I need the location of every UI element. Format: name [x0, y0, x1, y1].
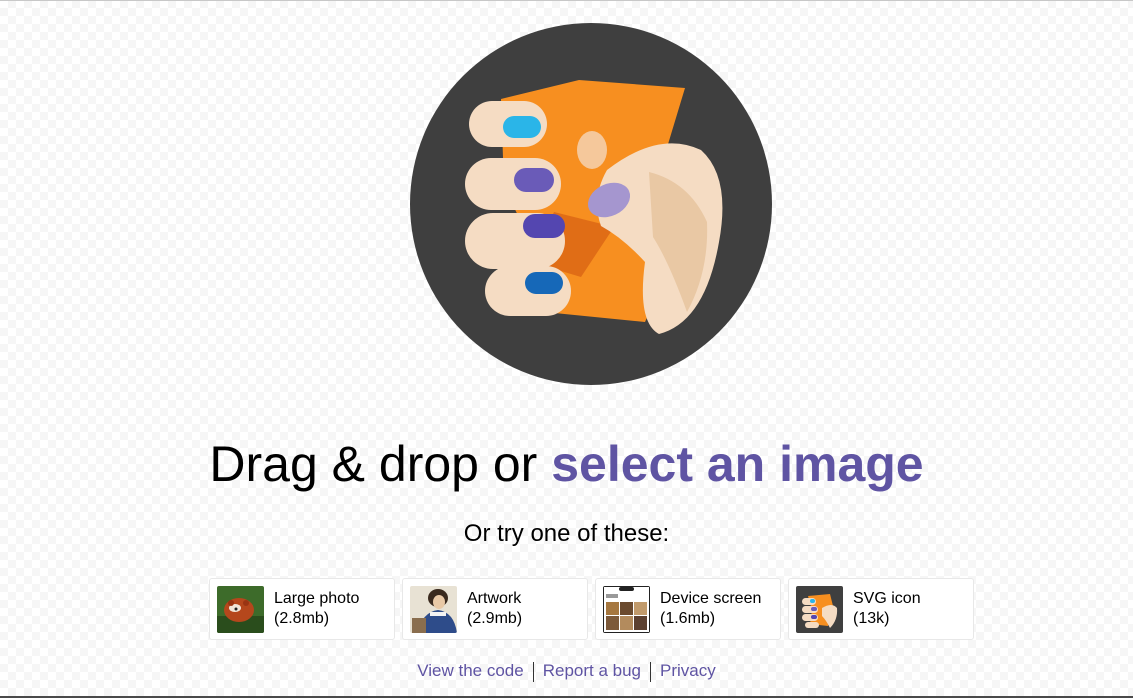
drop-zone-headline: Drag & drop or select an image [0, 432, 1133, 496]
demo-svg-icon-button[interactable]: SVG icon (13k) [788, 578, 974, 640]
demo-title: Artwork [467, 590, 522, 607]
demo-size: (13k) [853, 610, 890, 627]
select-image-link[interactable]: select an image [551, 436, 923, 492]
app-logo-hand-icon [409, 22, 773, 386]
demo-large-photo-button[interactable]: Large photo (2.8mb) [209, 578, 395, 640]
demo-list: Large photo (2.8mb) Artwork (2.9mb) Devi… [209, 578, 974, 640]
demo-size: (2.9mb) [467, 610, 523, 627]
demo-size: (1.6mb) [660, 610, 716, 627]
phone-screenshot-thumbnail [603, 585, 650, 633]
hand-logo-thumbnail [796, 585, 843, 633]
painting-artwork-thumbnail [410, 585, 457, 633]
headline-prefix: Drag & drop or [209, 436, 552, 492]
demo-device-screen-button[interactable]: Device screen (1.6mb) [595, 578, 781, 640]
top-border [0, 0, 1133, 1]
report-bug-link[interactable]: Report a bug [534, 661, 650, 680]
red-panda-photo-thumbnail [217, 585, 264, 633]
privacy-link[interactable]: Privacy [651, 661, 725, 680]
demo-title: SVG icon [853, 590, 921, 607]
demo-subheading: Or try one of these: [463, 520, 670, 547]
demo-artwork-button[interactable]: Artwork (2.9mb) [402, 578, 588, 640]
demo-title: Large photo [274, 590, 360, 607]
view-code-link[interactable]: View the code [408, 661, 532, 680]
footer-links: View the code Report a bug Privacy [0, 659, 1133, 683]
demo-size: (2.8mb) [274, 610, 330, 627]
demo-title: Device screen [660, 590, 762, 607]
